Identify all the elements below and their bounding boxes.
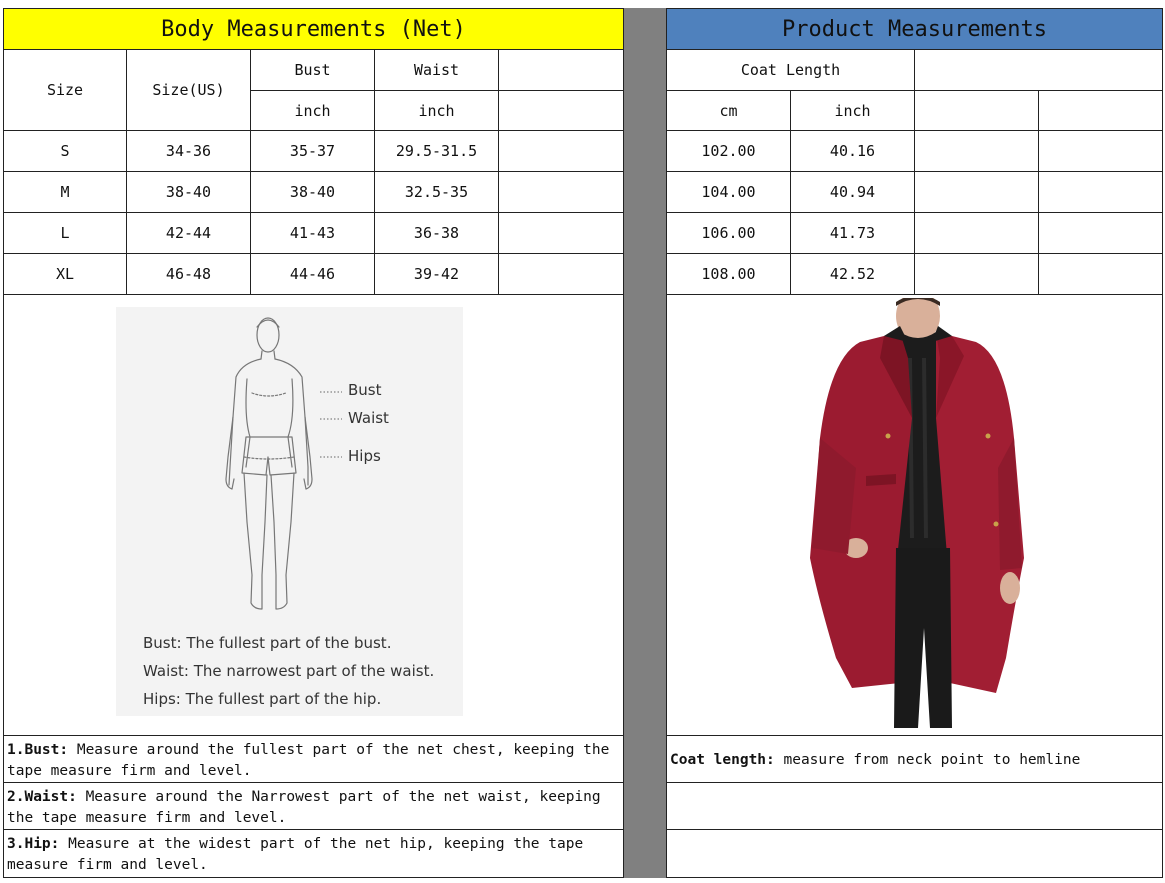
empty-cell — [498, 130, 624, 172]
inch-cell: 40.94 — [790, 171, 915, 213]
note-term: 3.Hip: — [7, 836, 60, 852]
empty-cell — [914, 90, 1039, 131]
legend-waist: Waist: The narrowest part of the waist. — [143, 662, 434, 680]
inch-cell: 41.73 — [790, 212, 915, 254]
bust-note: 1.Bust: Measure around the fullest part … — [3, 735, 624, 783]
empty-note-cell — [666, 782, 1163, 830]
legend-desc: The fullest part of the hip. — [185, 690, 382, 708]
inch-unit: inch — [790, 90, 915, 131]
empty-cell — [498, 171, 624, 213]
waist-cell: 36-38 — [374, 212, 499, 254]
size-us-cell: 46-48 — [126, 253, 251, 295]
cm-cell: 108.00 — [666, 253, 791, 295]
bust-cell: 35-37 — [250, 130, 375, 172]
size-cell: XL — [3, 253, 127, 295]
size-us-cell: 38-40 — [126, 171, 251, 213]
empty-cell — [1038, 90, 1163, 131]
empty-cell — [914, 212, 1039, 254]
empty-cell — [498, 253, 624, 295]
bust-cell: 44-46 — [250, 253, 375, 295]
empty-note-cell — [666, 829, 1163, 878]
empty-cell — [914, 171, 1039, 213]
bust-unit: inch — [250, 90, 375, 131]
empty-cell — [1038, 212, 1163, 254]
size-us-cell: 42-44 — [126, 212, 251, 254]
note-text: Measure around the fullest part of the n… — [7, 742, 610, 779]
empty-header-cell — [498, 49, 624, 91]
legend-bust: Bust: The fullest part of the bust. — [143, 634, 391, 652]
size-cell: M — [3, 171, 127, 213]
bust-cell: 38-40 — [250, 171, 375, 213]
column-divider — [623, 8, 667, 878]
inch-cell: 40.16 — [790, 130, 915, 172]
legend-term: Bust: — [143, 634, 182, 652]
bust-header: Bust — [250, 49, 375, 91]
empty-cell — [914, 253, 1039, 295]
waist-note: 2.Waist: Measure around the Narrowest pa… — [3, 782, 624, 830]
waist-label: Waist — [348, 409, 389, 427]
legend-term: Waist: — [143, 662, 189, 680]
bust-label: Bust — [348, 381, 382, 399]
note-term: 1.Bust: — [7, 742, 69, 758]
empty-header-cell — [914, 49, 1163, 91]
empty-cell — [1038, 130, 1163, 172]
body-diagram: Bust Waist Hips Bust: The fullest part o… — [116, 307, 463, 716]
waist-cell: 29.5-31.5 — [374, 130, 499, 172]
cm-cell: 106.00 — [666, 212, 791, 254]
empty-cell — [498, 212, 624, 254]
empty-cell — [1038, 171, 1163, 213]
hips-label: Hips — [348, 447, 381, 465]
cm-cell: 102.00 — [666, 130, 791, 172]
size-header: Size — [3, 49, 127, 131]
cm-cell: 104.00 — [666, 171, 791, 213]
note-text: measure from neck point to hemline — [774, 752, 1081, 768]
note-text: Measure around the Narrowest part of the… — [7, 789, 601, 826]
waist-header: Waist — [374, 49, 499, 91]
legend-term: Hips: — [143, 690, 181, 708]
body-figure-icon — [225, 317, 342, 610]
coat-model-image — [810, 298, 1024, 728]
legend-hips: Hips: The fullest part of the hip. — [143, 690, 381, 708]
empty-cell — [914, 130, 1039, 172]
note-term: Coat length: — [670, 752, 775, 768]
empty-header-cell — [498, 90, 624, 131]
waist-cell: 39-42 — [374, 253, 499, 295]
size-cell: L — [3, 212, 127, 254]
empty-cell — [1038, 253, 1163, 295]
waist-cell: 32.5-35 — [374, 171, 499, 213]
note-term: 2.Waist: — [7, 789, 77, 805]
size-us-header: Size(US) — [126, 49, 251, 131]
cm-unit: cm — [666, 90, 791, 131]
legend-desc: The narrowest part of the waist. — [193, 662, 435, 680]
note-text: Measure at the widest part of the net hi… — [7, 836, 584, 873]
legend-desc: The fullest part of the bust. — [186, 634, 392, 652]
body-measurements-title: Body Measurements (Net) — [3, 8, 624, 50]
hip-note: 3.Hip: Measure at the widest part of the… — [3, 829, 624, 878]
coat-length-note: Coat length: measure from neck point to … — [666, 735, 1163, 783]
product-measurements-title: Product Measurements — [666, 8, 1163, 50]
size-cell: S — [3, 130, 127, 172]
coat-length-header: Coat Length — [666, 49, 915, 91]
waist-unit: inch — [374, 90, 499, 131]
bust-cell: 41-43 — [250, 212, 375, 254]
size-us-cell: 34-36 — [126, 130, 251, 172]
inch-cell: 42.52 — [790, 253, 915, 295]
